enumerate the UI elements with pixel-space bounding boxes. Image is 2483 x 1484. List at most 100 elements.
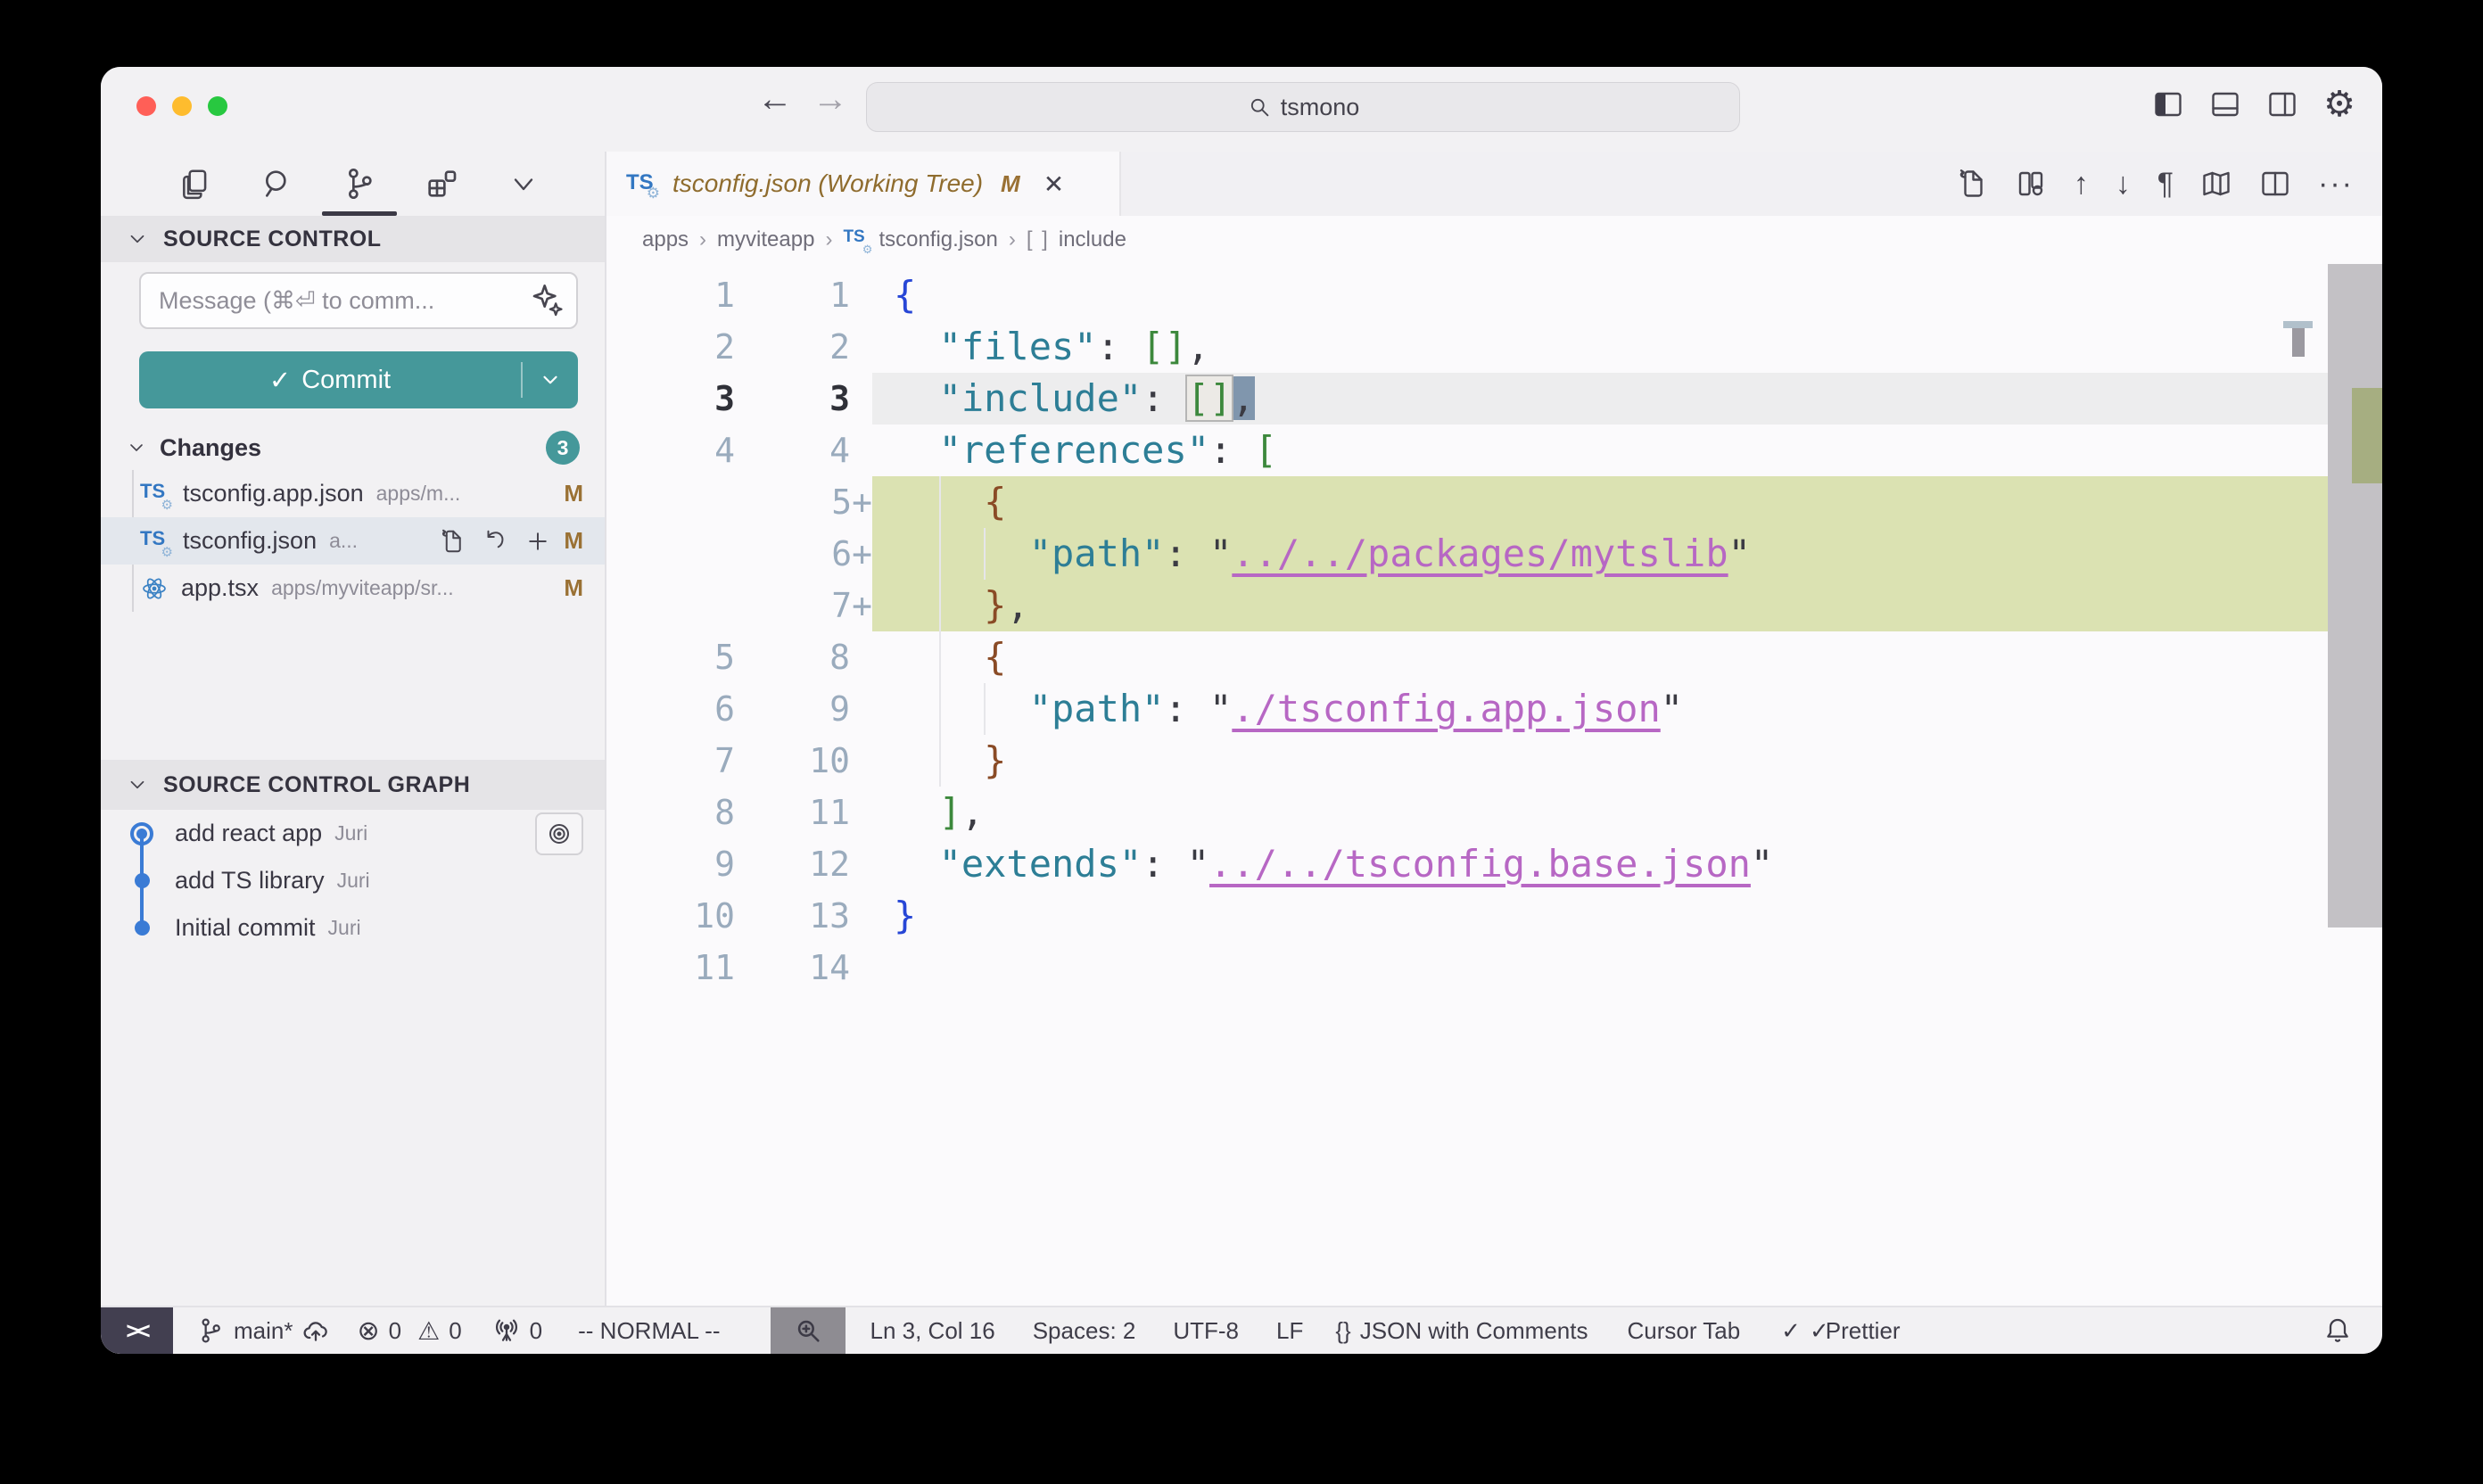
open-file-icon[interactable] — [1956, 168, 1988, 200]
branch-status-item[interactable]: main* — [196, 1316, 330, 1345]
code-line[interactable]: 1013} — [606, 890, 2328, 942]
line-number-modified: 9 — [735, 683, 872, 735]
split-editor-icon[interactable] — [2259, 168, 2291, 200]
toggle-secondary-sidebar-icon[interactable] — [2266, 88, 2298, 120]
chevron-down-icon — [126, 227, 149, 251]
search-view-icon[interactable] — [258, 157, 297, 210]
code-line[interactable]: 69 "path": "./tsconfig.app.json" — [606, 683, 2328, 735]
toggle-primary-sidebar-icon[interactable] — [2152, 88, 2184, 120]
language-mode-item[interactable]: {} JSON with Comments — [1335, 1317, 1588, 1345]
formatter-item[interactable]: ✓✓ Prettier — [1781, 1317, 1900, 1345]
notifications-bell[interactable] — [2323, 1316, 2352, 1345]
indentation-item[interactable]: Spaces: 2 — [1033, 1317, 1136, 1345]
change-file-row[interactable]: app.tsxapps/myviteapp/sr...M — [101, 565, 605, 612]
editor-scrollbar[interactable] — [2328, 264, 2382, 1306]
navigate-forward-icon[interactable]: → — [813, 79, 848, 120]
extensions-view-icon[interactable] — [422, 157, 461, 210]
commit-button[interactable]: ✓ Commit — [139, 351, 578, 408]
changes-section-header[interactable]: Changes 3 — [101, 426, 605, 469]
code-line[interactable]: 22 "files": [], — [606, 321, 2328, 373]
code-line[interactable]: 811 ], — [606, 787, 2328, 838]
source-control-graph-header[interactable]: SOURCE CONTROL GRAPH — [101, 760, 605, 810]
stage-changes-icon[interactable] — [524, 528, 551, 555]
code-text: "path": "../../packages/mytslib" — [872, 528, 2328, 580]
whitespace-toggle-icon[interactable]: ¶ — [2157, 169, 2174, 199]
open-file-icon[interactable] — [439, 528, 466, 555]
react-file-icon — [140, 574, 169, 603]
commit-message-input[interactable] — [139, 272, 578, 329]
file-path: a... — [329, 529, 358, 553]
more-actions-icon[interactable]: ··· — [2318, 169, 2354, 199]
eol-item[interactable]: LF — [1276, 1317, 1303, 1345]
maximize-window-button[interactable] — [208, 96, 227, 116]
commit-dropdown-chevron-icon[interactable] — [523, 368, 578, 392]
line-number-modified: 3 — [735, 373, 872, 425]
checkout-target-button[interactable] — [535, 812, 583, 855]
code-line[interactable]: 58 { — [606, 631, 2328, 683]
commit-marker — [135, 920, 150, 936]
breadcrumb-item[interactable]: [ ]include — [1027, 227, 1126, 252]
code-line[interactable]: 1114 — [606, 942, 2328, 993]
cursor-position-item[interactable]: Ln 3, Col 16 — [870, 1317, 995, 1345]
source-control-view-icon[interactable] — [340, 157, 379, 210]
breadcrumb-item[interactable]: apps — [642, 227, 689, 252]
commit-row[interactable]: add react appJuri — [101, 810, 605, 857]
code-lines: 11{22 "files": [],33 "include": [],44 "r… — [606, 264, 2328, 993]
chevron-down-icon — [126, 773, 149, 796]
map-icon[interactable] — [2200, 168, 2232, 200]
navigate-back-icon[interactable]: ← — [757, 79, 793, 120]
generate-commit-message-sparkle-icon[interactable] — [530, 283, 565, 318]
commit-row[interactable]: add TS library Juri — [101, 857, 605, 904]
file-path: apps/myviteapp/sr... — [271, 576, 454, 600]
code-line[interactable]: 710 } — [606, 735, 2328, 787]
remote-indicator[interactable]: >< — [101, 1307, 173, 1354]
tab-close-icon[interactable]: ✕ — [1044, 169, 1064, 199]
explorer-icon[interactable] — [176, 157, 215, 210]
vscode-window: ← → tsmono ⚙ — [101, 67, 2382, 1354]
commit-row[interactable]: Initial commitJuri — [101, 904, 605, 952]
commit-message: add TS library — [175, 867, 325, 895]
command-center-search[interactable]: tsmono — [866, 82, 1740, 132]
git-modified-badge: M — [564, 480, 583, 507]
code-line[interactable]: 912 "extends": "../../tsconfig.base.json… — [606, 838, 2328, 890]
inline-view-icon[interactable] — [2015, 168, 2047, 200]
cursor-tab-item[interactable]: Cursor Tab — [1627, 1317, 1740, 1345]
change-file-row[interactable]: TS⚙tsconfig.jsona...M — [101, 517, 605, 565]
tab-tsconfig-working-tree[interactable]: TS ⚙ tsconfig.json (Working Tree) M ✕ — [606, 152, 1121, 216]
toggle-panel-icon[interactable] — [2209, 88, 2241, 120]
code-line[interactable]: 11{ — [606, 269, 2328, 321]
code-text: "files": [], — [872, 321, 2328, 373]
close-window-button[interactable] — [136, 96, 156, 116]
discard-changes-icon[interactable] — [482, 528, 508, 555]
code-line[interactable]: 33 "include": [], — [606, 373, 2328, 425]
problems-status-item[interactable]: ⊗ 0 ⚠ 0 — [357, 1315, 461, 1347]
zoom-status-button[interactable] — [771, 1307, 846, 1354]
minimize-window-button[interactable] — [172, 96, 192, 116]
settings-gear-icon[interactable]: ⚙ — [2323, 87, 2355, 122]
previous-change-icon[interactable]: ↑ — [2074, 169, 2089, 199]
code-line[interactable]: 5+ { — [606, 476, 2328, 528]
code-text: { — [872, 269, 2328, 321]
commit-message: Initial commit — [175, 914, 316, 942]
encoding-item[interactable]: UTF-8 — [1173, 1317, 1239, 1345]
indent-guide — [939, 631, 941, 683]
file-name: tsconfig.json — [183, 527, 317, 555]
minimap[interactable] — [2283, 321, 2313, 328]
commit-author: Juri — [337, 869, 370, 893]
breadcrumb-item[interactable]: TS⚙tsconfig.json — [843, 227, 997, 252]
code-line[interactable]: 44 "references": [ — [606, 425, 2328, 476]
change-file-row[interactable]: TS⚙tsconfig.app.jsonapps/m...M — [101, 470, 605, 517]
line-number-modified: 1 — [735, 269, 872, 321]
scrollbar-thumb[interactable] — [2328, 264, 2382, 928]
code-editor[interactable]: 11{22 "files": [],33 "include": [],44 "r… — [606, 264, 2382, 1306]
ports-status-item[interactable]: 0 — [492, 1316, 542, 1345]
commit-marker — [135, 873, 150, 888]
line-number-original: 3 — [606, 373, 735, 425]
next-change-icon[interactable]: ↓ — [2116, 169, 2131, 199]
source-control-header[interactable]: SOURCE CONTROL — [101, 216, 605, 262]
breadcrumb-item[interactable]: myviteapp — [717, 227, 814, 252]
code-line[interactable]: 6+ "path": "../../packages/mytslib" — [606, 528, 2328, 580]
source-control-title: SOURCE CONTROL — [163, 227, 382, 252]
code-line[interactable]: 7+ }, — [606, 580, 2328, 631]
more-views-chevron-icon[interactable] — [504, 157, 543, 210]
